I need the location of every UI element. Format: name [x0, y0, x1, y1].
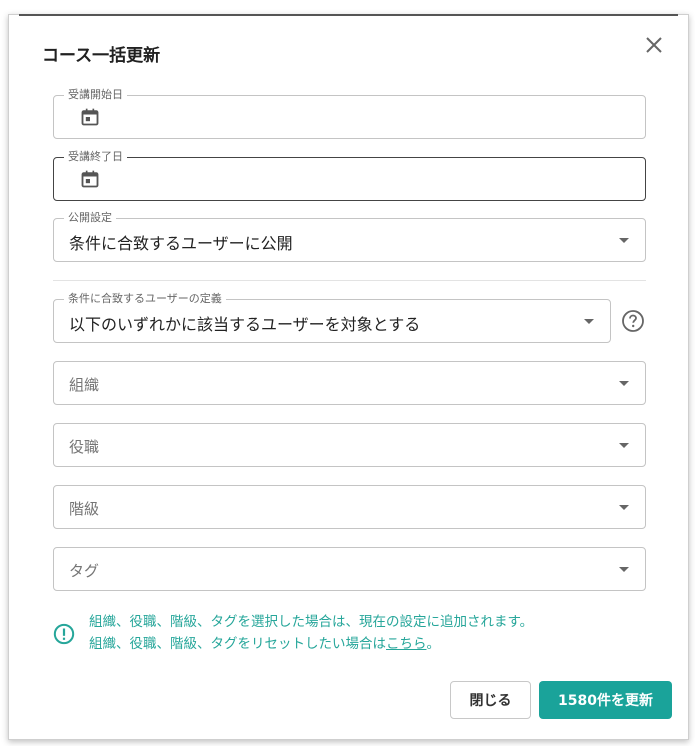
update-button[interactable]: 1580件を更新 [539, 681, 672, 719]
start-date-label: 受講開始日 [64, 88, 127, 102]
info-line-1: 組織、役職、階級、タグを選択した場合は、現在の設定に追加されます。 [89, 614, 534, 630]
course-bulk-update-dialog: コース一括更新 受講開始日 受講終了日 公開設定 条件に合致するユーザーに公開 [8, 14, 689, 740]
reset-link[interactable]: こちら [386, 636, 427, 652]
calendar-icon[interactable] [80, 107, 100, 127]
user-definition-label: 条件に合致するユーザーの定義 [64, 292, 226, 306]
visibility-select[interactable]: 公開設定 条件に合致するユーザーに公開 [53, 211, 646, 262]
organization-select[interactable]: 組織 [53, 361, 646, 405]
chevron-down-icon [619, 381, 629, 386]
end-date-field[interactable]: 受講終了日 [53, 150, 646, 201]
info-line-2-suffix: 。 [426, 636, 441, 652]
tag-placeholder: タグ [69, 562, 100, 580]
dialog-title: コース一括更新 [42, 46, 161, 66]
close-button[interactable]: 閉じる [450, 681, 531, 719]
calendar-icon[interactable] [80, 169, 100, 189]
visibility-value: 条件に合致するユーザーに公開 [69, 234, 293, 253]
user-definition-value: 以下のいずれかに該当するユーザーを対象とする [69, 315, 421, 334]
chevron-down-icon [619, 443, 629, 448]
end-date-label: 受講終了日 [64, 150, 127, 164]
visibility-label: 公開設定 [64, 211, 116, 225]
close-dialog-button[interactable] [642, 33, 666, 57]
grade-select[interactable]: 階級 [53, 485, 646, 529]
position-select[interactable]: 役職 [53, 423, 646, 467]
chevron-down-icon [584, 319, 594, 324]
position-placeholder: 役職 [69, 438, 100, 456]
divider [53, 280, 646, 281]
close-icon [646, 37, 662, 53]
grade-placeholder: 階級 [69, 500, 100, 518]
tag-select[interactable]: タグ [53, 547, 646, 591]
chevron-down-icon [619, 567, 629, 572]
info-line-2-text: 組織、役職、階級、タグをリセットしたい場合は [89, 636, 386, 652]
organization-placeholder: 組織 [69, 376, 100, 394]
start-date-field[interactable]: 受講開始日 [53, 88, 646, 139]
user-definition-select[interactable]: 条件に合致するユーザーの定義 以下のいずれかに該当するユーザーを対象とする [53, 292, 611, 343]
help-circle-icon[interactable] [621, 309, 645, 333]
info-circle-icon [53, 623, 75, 645]
chevron-down-icon [619, 238, 629, 243]
info-line-2: 組織、役職、階級、タグをリセットしたい場合はこちら。 [89, 633, 533, 655]
chevron-down-icon [619, 505, 629, 510]
